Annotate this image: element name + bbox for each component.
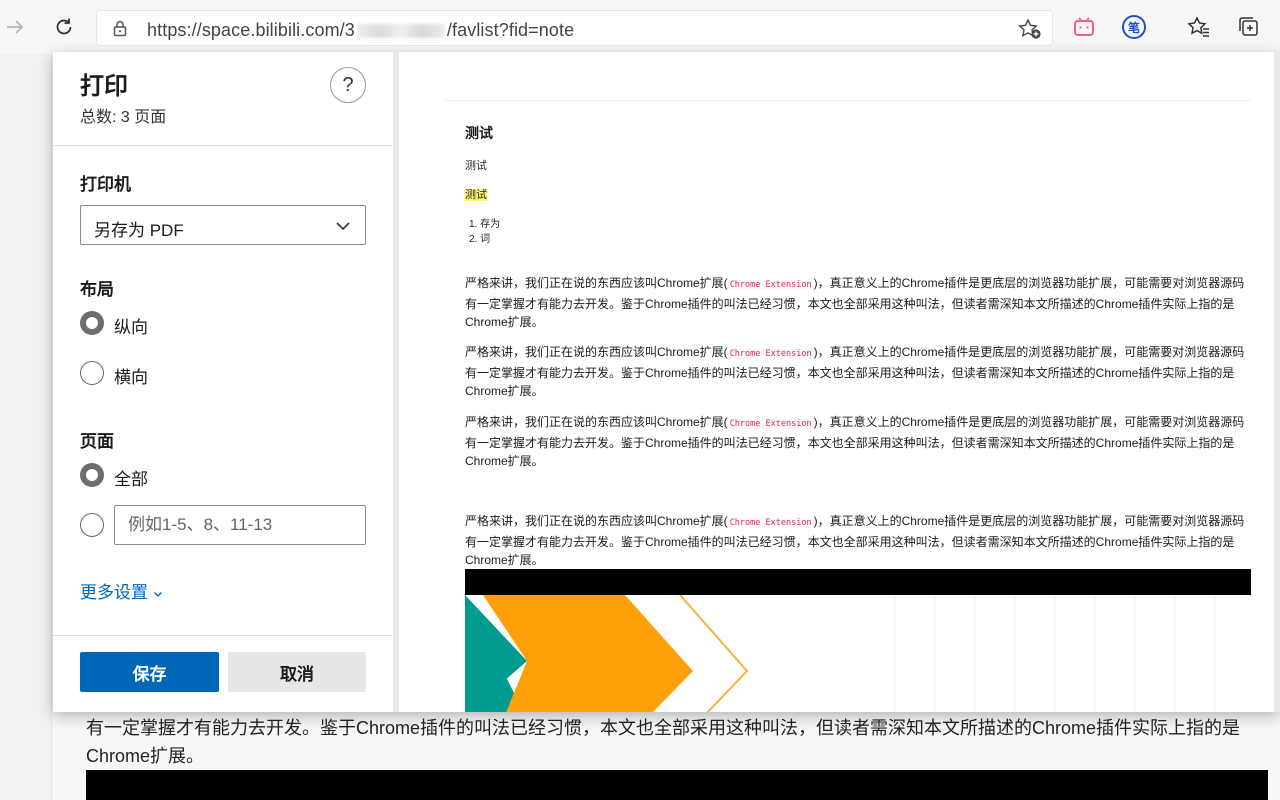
question-icon: ? [342, 73, 354, 96]
note-extension-icon[interactable]: 笔 [1122, 15, 1146, 39]
inline-code: Chrome Extension [727, 349, 814, 359]
inline-code: Chrome Extension [727, 419, 814, 429]
favorites-icon[interactable] [1187, 15, 1211, 39]
page-top-rule [443, 100, 1251, 101]
banner-graphic [465, 595, 1216, 712]
preview-line-1: 测试 [465, 160, 487, 172]
preview-paragraph: 严格来讲，我们正在说的东西应该叫Chrome扩展(Chrome Extensio… [465, 514, 1245, 567]
printer-value: 另存为 PDF [94, 221, 184, 240]
chevron-down-icon [153, 591, 162, 597]
url-hidden-prefix: 3 [344, 20, 355, 40]
layout-label: 布局 [80, 280, 114, 299]
lock-icon [113, 20, 127, 37]
list-item: 1. 存为 [469, 219, 501, 230]
url-blurred-segment [356, 24, 445, 39]
cancel-button[interactable]: 取消 [228, 652, 366, 692]
browser-toolbar: https://space.bilibili.com/3/favlist?fid… [0, 0, 1280, 54]
collections-icon[interactable] [1237, 15, 1261, 39]
url-suffix: /favlist?fid=note [446, 20, 575, 40]
help-button[interactable]: ? [330, 67, 366, 103]
bilibili-tv-icon[interactable] [1072, 15, 1096, 39]
printer-label: 打印机 [80, 175, 131, 194]
preview-ordered-list: 1. 存为 2. 词 [469, 217, 500, 247]
more-settings-label: 更多设置 [80, 583, 148, 602]
inline-code: Chrome Extension [727, 280, 814, 290]
print-settings-panel: 打印 总数: 3 页面 ? 打印机 另存为 PDF 布局 纵向 横向 页面 全部… [53, 52, 393, 712]
preview-banner-image [465, 595, 1251, 712]
layout-portrait-radio[interactable] [80, 311, 104, 335]
url-text: https://space.bilibili.com/3/favlist?fid… [147, 20, 574, 41]
pages-label: 页面 [80, 432, 114, 451]
print-dialog: 打印 总数: 3 页面 ? 打印机 另存为 PDF 布局 纵向 横向 页面 全部… [53, 52, 1280, 712]
pages-all-label: 全部 [114, 470, 148, 489]
footer-divider [53, 635, 393, 636]
highlighted-text: 测试 [465, 189, 487, 201]
layout-landscape-label: 横向 [114, 368, 148, 387]
add-favorite-icon[interactable] [1018, 18, 1042, 40]
url-prefix: https://space.bilibili.com/ [147, 20, 345, 40]
pages-range-input[interactable] [114, 505, 366, 545]
address-bar[interactable]: https://space.bilibili.com/3/favlist?fid… [96, 10, 1053, 46]
chevron-down-icon [336, 222, 350, 231]
page-left-gutter [0, 54, 52, 800]
printer-select[interactable]: 另存为 PDF [80, 205, 366, 245]
more-settings-link[interactable]: 更多设置 [80, 578, 163, 603]
refresh-button[interactable] [49, 12, 79, 42]
pages-all-radio[interactable] [80, 463, 104, 487]
preview-paragraph: 严格来讲，我们正在说的东西应该叫Chrome扩展(Chrome Extensio… [465, 276, 1245, 329]
preview-heading: 测试 [465, 125, 493, 141]
pages-range-radio[interactable] [80, 513, 104, 537]
save-button[interactable]: 保存 [80, 652, 219, 692]
layout-portrait-label: 纵向 [114, 318, 148, 337]
preview-scrollbar[interactable] [1274, 52, 1280, 712]
layout-landscape-radio[interactable] [80, 361, 104, 385]
print-preview-area[interactable]: 测试 测试 测试 1. 存为 2. 词 严格来讲，我们正在说的东西应该叫Chro… [393, 52, 1280, 712]
forward-button[interactable] [0, 12, 30, 42]
preview-black-bar [465, 569, 1251, 595]
preview-paragraph: 严格来讲，我们正在说的东西应该叫Chrome扩展(Chrome Extensio… [465, 345, 1245, 398]
arrow-right-icon [7, 20, 24, 34]
preview-paragraph: 严格来讲，我们正在说的东西应该叫Chrome扩展(Chrome Extensio… [465, 415, 1245, 468]
print-title: 打印 [80, 73, 128, 100]
list-item: 2. 词 [469, 234, 491, 245]
preview-page: 测试 测试 测试 1. 存为 2. 词 严格来讲，我们正在说的东西应该叫Chro… [399, 52, 1280, 712]
background-black-bar [86, 770, 1268, 800]
total-pages: 总数: 3 页面 [80, 109, 167, 126]
background-article-text: 有一定掌握才有能力去开发。鉴于Chrome插件的叫法已经习惯，本文也全部采用这种… [86, 718, 1241, 766]
header-divider [53, 145, 393, 146]
refresh-icon [56, 18, 72, 35]
inline-code: Chrome Extension [727, 518, 814, 528]
preview-line-2: 测试 [465, 186, 487, 202]
